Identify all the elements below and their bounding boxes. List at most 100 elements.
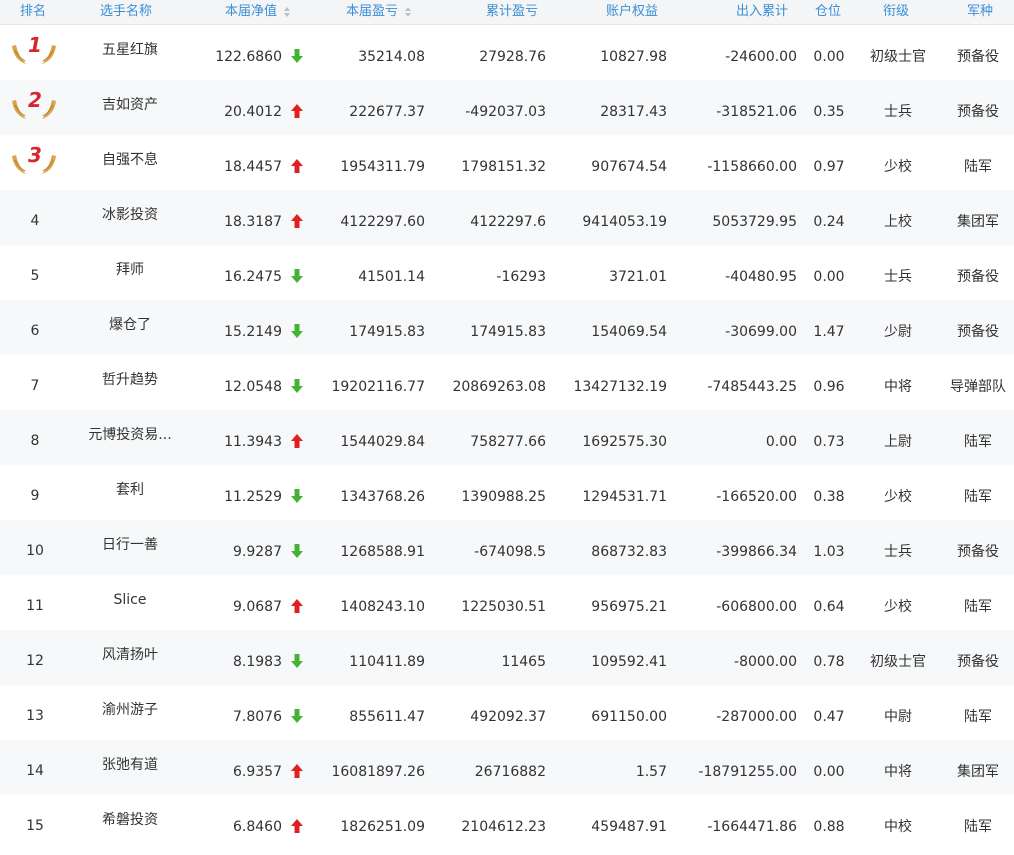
player-name-cell[interactable]: 五星红旗 [70, 25, 190, 80]
arrow-down-icon [290, 653, 304, 669]
army-value: 预备役 [957, 324, 999, 340]
profit-value: 110411.89 [349, 654, 425, 670]
army-value: 预备役 [957, 104, 999, 120]
equity-value: 956975.21 [591, 599, 667, 615]
table-row[interactable]: 11 Slice 9.0687 1408243.10 1225030.51 956975.… [0, 575, 1014, 630]
player-name-cell[interactable]: 爆仓了 [70, 300, 190, 355]
table-row[interactable]: 5 拜师 16.2475 41501.14 -16293 3721.01 -40480.95… [0, 245, 1014, 300]
player-name-cell[interactable]: 风清扬叶 [70, 630, 190, 685]
table-row[interactable]: 3 自强不息 18.4457 1954311.79 1798151.32 907674.5… [0, 135, 1014, 190]
rank-number: 3 [28, 143, 42, 167]
player-name-link[interactable]: 元博投资易... [70, 410, 190, 444]
player-name-link[interactable]: 吉如资产 [70, 80, 190, 114]
table-row[interactable]: 2 吉如资产 20.4012 222677.37 -492037.03 28317.43 -… [0, 80, 1014, 135]
profit-cell: 41501.14 [310, 245, 425, 300]
rank-number: 11 [26, 598, 44, 614]
nav-value: 6.8460 [233, 819, 282, 835]
player-name-cell[interactable]: 吉如资产 [70, 80, 190, 135]
position-value: 0.96 [813, 379, 845, 395]
player-name-cell[interactable]: Slice [70, 575, 190, 630]
equity-cell: 3721.01 [550, 245, 667, 300]
table-row[interactable]: 8 元博投资易... 11.3943 1544029.84 758277.66 16925… [0, 410, 1014, 465]
nav-cell: 16.2475 [190, 245, 282, 300]
player-name-cell[interactable]: 渝州游子 [70, 685, 190, 740]
profit-cell: 19202116.77 [310, 355, 425, 410]
sort-icon[interactable] [283, 6, 291, 18]
profit-value: 1408243.10 [340, 599, 425, 615]
player-name-link[interactable]: 日行一善 [70, 520, 190, 554]
player-name-link[interactable]: 风清扬叶 [70, 630, 190, 664]
player-name-link[interactable]: 张弛有道 [70, 740, 190, 774]
rank-cell: 5 [0, 245, 70, 300]
equity-value: 1294531.71 [582, 489, 667, 505]
title-cell: 上尉 [858, 410, 938, 465]
header-rank: 排名 [20, 4, 47, 19]
player-name-cell[interactable]: 日行一善 [70, 520, 190, 575]
header-profit-sortable[interactable]: 本届盈亏 [346, 0, 412, 25]
table-row[interactable]: 1 五星红旗 122.6860 35214.08 27928.76 10827.98 -24… [0, 25, 1014, 80]
header-nav-sortable[interactable]: 本届净值 [225, 0, 291, 25]
equity-value: 907674.54 [591, 159, 667, 175]
army-value: 预备役 [957, 544, 999, 560]
flow-value: -399866.34 [716, 544, 797, 560]
nav-cell: 12.0548 [190, 355, 282, 410]
title-cell: 中校 [858, 795, 938, 850]
player-name-cell[interactable]: 希磐投资 [70, 795, 190, 850]
equity-value: 13427132.19 [573, 379, 667, 395]
cumulative-profit-value: 11465 [501, 654, 546, 670]
player-name-cell[interactable]: 元博投资易... [70, 410, 190, 465]
nav-value: 9.0687 [233, 599, 282, 615]
rank-number: 14 [26, 763, 44, 779]
player-name-link[interactable]: 冰影投资 [70, 190, 190, 224]
table-row[interactable]: 12 风清扬叶 8.1983 110411.89 11465 109592.41 -8000… [0, 630, 1014, 685]
equity-value: 1692575.30 [582, 434, 667, 450]
army-value: 集团军 [957, 214, 999, 230]
rank-cell: 13 [0, 685, 70, 740]
position-cell: 0.00 [800, 245, 858, 300]
equity-value: 691150.00 [591, 709, 667, 725]
player-name-cell[interactable]: 张弛有道 [70, 740, 190, 795]
title-value: 中校 [884, 819, 912, 835]
equity-value: 3721.01 [609, 269, 667, 285]
cumulative-profit-value: 1390988.25 [461, 489, 546, 505]
title-value: 初级士官 [870, 654, 926, 670]
table-row[interactable]: 6 爆仓了 15.2149 174915.83 174915.83 154069.54 -3… [0, 300, 1014, 355]
profit-value: 174915.83 [349, 324, 425, 340]
nav-cell: 11.3943 [190, 410, 282, 465]
flow-cell: -1158660.00 [670, 135, 797, 190]
title-value: 初级士官 [870, 49, 926, 65]
profit-value: 1268588.91 [340, 544, 425, 560]
player-name-cell[interactable]: 拜师 [70, 245, 190, 300]
equity-cell: 1294531.71 [550, 465, 667, 520]
player-name-link[interactable]: 渝州游子 [70, 685, 190, 719]
table-row[interactable]: 4 冰影投资 18.3187 4122297.60 4122297.6 9414053.1… [0, 190, 1014, 245]
player-name-link[interactable]: Slice [70, 575, 190, 609]
sort-icon[interactable] [404, 6, 412, 18]
nav-cell: 18.4457 [190, 135, 282, 190]
player-name-cell[interactable]: 自强不息 [70, 135, 190, 190]
table-row[interactable]: 15 希磐投资 6.8460 1826251.09 2104612.23 459487.9… [0, 795, 1014, 850]
player-name-link[interactable]: 自强不息 [70, 135, 190, 169]
header-player-name: 选手名称 [100, 4, 153, 19]
flow-value: -7485443.25 [707, 379, 797, 395]
table-row[interactable]: 14 张弛有道 6.9357 16081897.26 26716882 1.57 -1879… [0, 740, 1014, 795]
equity-cell: 9414053.19 [550, 190, 667, 245]
player-name-cell[interactable]: 套利 [70, 465, 190, 520]
flow-cell: 0.00 [670, 410, 797, 465]
equity-value: 868732.83 [591, 544, 667, 560]
player-name-link[interactable]: 爆仓了 [70, 300, 190, 334]
table-row[interactable]: 9 套利 11.2529 1343768.26 1390988.25 1294531.71… [0, 465, 1014, 520]
table-row[interactable]: 7 哲升趋势 12.0548 19202116.77 20869263.08 134271… [0, 355, 1014, 410]
table-row[interactable]: 13 渝州游子 7.8076 855611.47 492092.37 691150.00 -… [0, 685, 1014, 740]
flow-value: -40480.95 [725, 269, 797, 285]
player-name-link[interactable]: 希磐投资 [70, 795, 190, 829]
player-name-link[interactable]: 拜师 [70, 245, 190, 279]
player-name-link[interactable]: 五星红旗 [70, 25, 190, 59]
profit-value: 35214.08 [358, 49, 425, 65]
cumulative-profit-cell: 174915.83 [430, 300, 546, 355]
player-name-cell[interactable]: 哲升趋势 [70, 355, 190, 410]
player-name-link[interactable]: 套利 [70, 465, 190, 499]
table-row[interactable]: 10 日行一善 9.9287 1268588.91 -674098.5 868732.83… [0, 520, 1014, 575]
player-name-link[interactable]: 哲升趋势 [70, 355, 190, 389]
player-name-cell[interactable]: 冰影投资 [70, 190, 190, 245]
